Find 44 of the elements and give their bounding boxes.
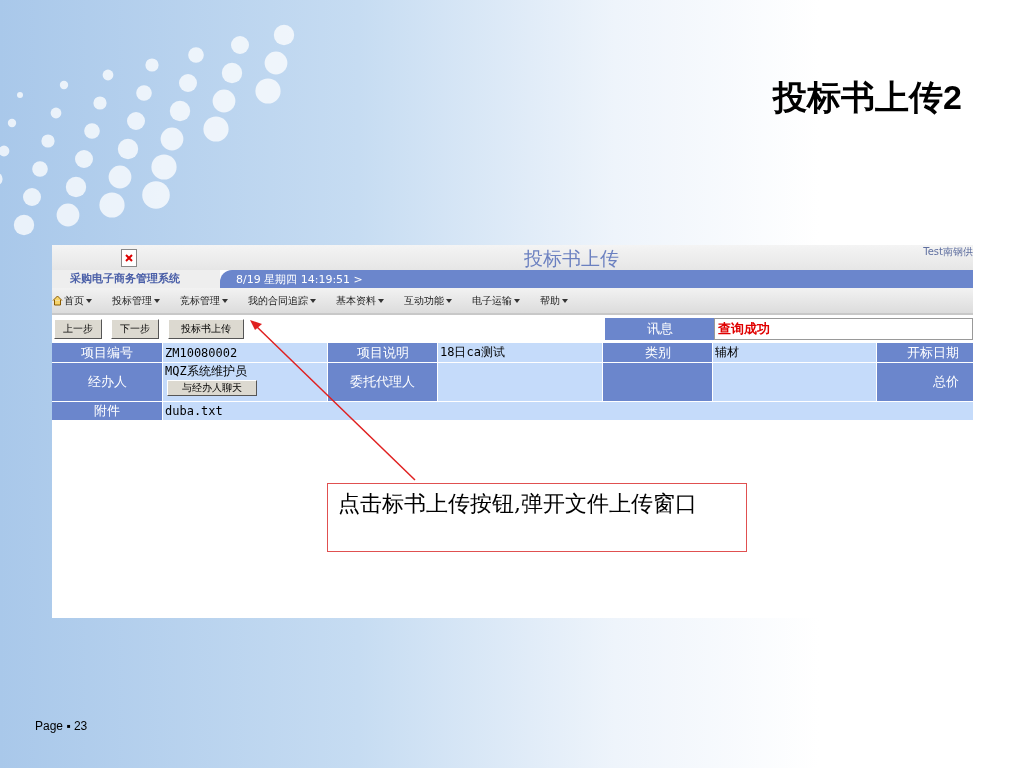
caret-icon [222, 298, 228, 303]
caret-icon [310, 298, 316, 303]
slide-title: 投标书上传2 [773, 77, 962, 118]
date-time: 8/19 星期四 14:19:51 > [236, 271, 363, 287]
field-label: 委托代理人 [328, 363, 437, 401]
caret-icon [562, 298, 568, 303]
cell-text: MQZ系统维护员 [165, 363, 247, 380]
menu-item[interactable]: 竞标管理 [180, 293, 220, 308]
menu-item[interactable]: 互动功能 [404, 293, 444, 308]
home-icon [52, 295, 63, 306]
field-label: 经办人 [52, 363, 162, 401]
menu-item[interactable]: 电子运输 [472, 293, 512, 308]
chat-button[interactable]: 与经办人聊天 [167, 380, 257, 396]
field-label: 总价 [877, 363, 973, 401]
table-cell: 18日ca测试 [438, 343, 602, 362]
caret-icon [514, 298, 520, 303]
field-label: 开标日期 [877, 343, 973, 362]
menu-item[interactable]: 首页 [64, 293, 84, 308]
caret-icon [154, 298, 160, 303]
toolbar-button[interactable]: 下一步 [111, 319, 159, 339]
broken-image-icon [121, 248, 137, 267]
menu-item[interactable]: 帮助 [540, 293, 560, 308]
callout-text: 点击标书上传按钮,弹开文件上传窗口 [327, 483, 747, 552]
field-label: 项目说明 [328, 343, 437, 362]
field-label: 附件 [52, 402, 162, 420]
page-title: 投标书上传 [524, 246, 619, 271]
system-name: 采购电子商务管理系统 [52, 270, 220, 288]
toolbar-button[interactable]: 上一步 [54, 319, 102, 339]
field-label: 类别 [603, 343, 712, 362]
caret-icon [86, 298, 92, 303]
message-value: 查询成功 [714, 318, 973, 340]
table-cell: ZM10080002 [163, 343, 327, 362]
menu-item[interactable]: 基本资料 [336, 293, 376, 308]
caret-icon [378, 298, 384, 303]
message-label: 讯息 [605, 318, 714, 340]
toolbar-button[interactable]: 投标书上传 [168, 319, 244, 339]
menu-item[interactable]: 投标管理 [112, 293, 152, 308]
caret-icon [446, 298, 452, 303]
page-number: Page ▪ 23 [35, 719, 88, 733]
menu-item[interactable]: 我的合同追踪 [248, 293, 308, 308]
table-cell: duba.txt [163, 402, 973, 420]
user-name: Test南钢供 [923, 245, 973, 259]
table-cell: 辅材 [713, 343, 876, 362]
field-label: 项目编号 [52, 343, 162, 362]
